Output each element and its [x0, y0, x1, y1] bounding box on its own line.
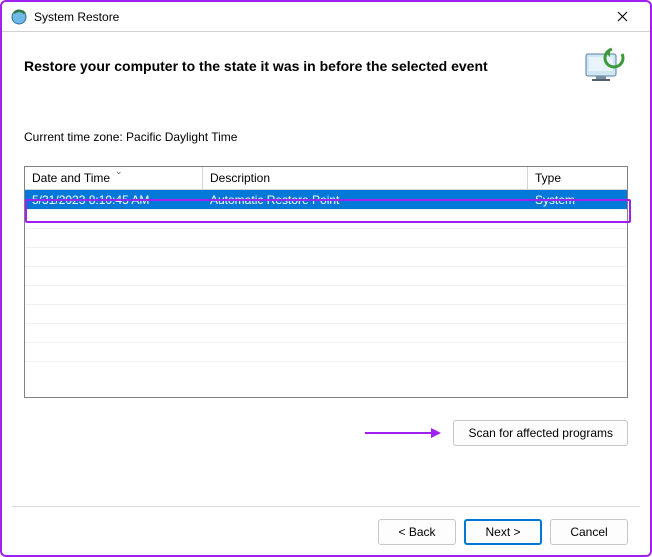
table-row-empty: [25, 247, 627, 266]
table-row[interactable]: 5/31/2023 8:10:45 AM Automatic Restore P…: [25, 190, 627, 209]
cell-description: Automatic Restore Point: [203, 190, 528, 209]
window-frame: System Restore Restore your computer to …: [0, 0, 652, 557]
window-title: System Restore: [34, 10, 119, 24]
close-button[interactable]: [600, 3, 644, 31]
footer-divider: [12, 506, 640, 507]
col-header-description-label: Description: [210, 171, 270, 185]
titlebar: System Restore: [2, 2, 650, 32]
cell-datetime: 5/31/2023 8:10:45 AM: [25, 190, 203, 209]
col-header-description[interactable]: Description: [203, 167, 528, 190]
table-body: 5/31/2023 8:10:45 AM Automatic Restore P…: [25, 190, 627, 380]
col-header-datetime-label: Date and Time: [32, 171, 110, 185]
table-row-empty: [25, 304, 627, 323]
header-text: Restore your computer to the state it wa…: [24, 58, 488, 74]
back-button[interactable]: < Back: [378, 519, 456, 545]
cell-type: System: [528, 190, 623, 209]
annotation-arrow-icon: [363, 426, 443, 440]
table-row-empty: [25, 228, 627, 247]
table-row-empty: [25, 323, 627, 342]
next-button[interactable]: Next >: [464, 519, 542, 545]
col-header-type[interactable]: Type: [528, 167, 627, 190]
restore-monitor-icon: [580, 46, 628, 86]
system-restore-icon: [10, 8, 28, 26]
wizard-footer: < Back Next > Cancel: [378, 519, 628, 545]
content-area: Current time zone: Pacific Daylight Time…: [24, 130, 628, 398]
table-row-empty: [25, 209, 627, 228]
restore-points-table[interactable]: Date and Time ⌄ Description Type 5/31/20…: [24, 166, 628, 398]
timezone-label: Current time zone: Pacific Daylight Time: [24, 130, 628, 144]
scan-affected-button[interactable]: Scan for affected programs: [453, 420, 628, 446]
col-header-type-label: Type: [535, 171, 561, 185]
sort-caret-icon: ⌄: [115, 166, 123, 177]
wizard-header: Restore your computer to the state it wa…: [2, 32, 650, 102]
table-row-empty: [25, 285, 627, 304]
table-row-empty: [25, 361, 627, 380]
table-row-empty: [25, 266, 627, 285]
close-icon: [617, 11, 628, 22]
table-header: Date and Time ⌄ Description Type: [25, 167, 627, 190]
table-row-empty: [25, 342, 627, 361]
scan-row: Scan for affected programs: [24, 420, 628, 446]
cancel-button[interactable]: Cancel: [550, 519, 628, 545]
col-header-datetime[interactable]: Date and Time ⌄: [25, 167, 203, 190]
